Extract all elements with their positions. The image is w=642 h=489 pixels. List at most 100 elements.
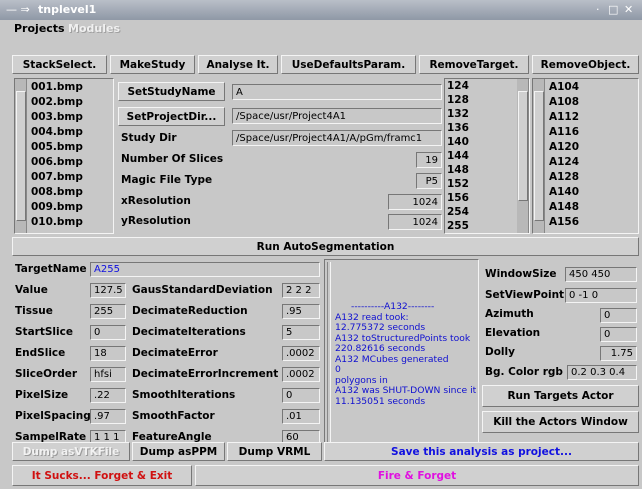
- target-number-list[interactable]: 124 128 132 136 140 144 148 152 156 254 …: [444, 78, 530, 234]
- yres-field[interactable]: 1024: [388, 214, 442, 230]
- file-list[interactable]: 001.bmp 002.bmp 003.bmp 004.bmp 005.bmp …: [14, 78, 114, 234]
- set-study-name-button[interactable]: SetStudyName: [118, 82, 225, 101]
- number-list-scroll-thumb[interactable]: [518, 91, 528, 201]
- use-defaults-button[interactable]: UseDefaultsParam.: [281, 55, 416, 74]
- make-study-button[interactable]: MakeStudy: [110, 55, 195, 74]
- dec-err-field[interactable]: .0002: [282, 346, 320, 361]
- list-item[interactable]: A128: [549, 171, 579, 183]
- list-item[interactable]: 148: [447, 164, 469, 176]
- window-size-field[interactable]: 450 450: [565, 267, 637, 282]
- bg-color-field[interactable]: 0.2 0.3 0.4: [567, 365, 637, 380]
- close-icon[interactable]: ✕: [624, 3, 633, 16]
- list-item[interactable]: A112: [549, 111, 579, 123]
- save-analysis-button[interactable]: Save this analysis as project...: [324, 442, 639, 461]
- log-line: 11.135051 seconds: [335, 395, 426, 407]
- end-slice-label: EndSlice: [15, 347, 66, 359]
- maximize-icon[interactable]: □: [608, 3, 618, 16]
- list-item[interactable]: A108: [549, 96, 579, 108]
- dec-iter-field[interactable]: 5: [282, 325, 320, 340]
- list-item[interactable]: 003.bmp: [31, 111, 83, 123]
- list-item[interactable]: A120: [549, 141, 579, 153]
- list-item[interactable]: A156: [549, 216, 579, 228]
- list-item[interactable]: 136: [447, 122, 469, 134]
- list-item[interactable]: 010.bmp: [31, 216, 83, 228]
- list-item[interactable]: 152: [447, 178, 469, 190]
- list-item[interactable]: 255: [447, 220, 469, 232]
- elevation-label: Elevation: [485, 327, 541, 339]
- log-line: ----------A132--------: [351, 301, 435, 312]
- dolly-field[interactable]: 1.75: [600, 346, 637, 361]
- list-item[interactable]: 144: [447, 150, 469, 162]
- file-list-scrollbar[interactable]: [15, 79, 27, 233]
- remove-target-button[interactable]: RemoveTarget.: [419, 55, 529, 74]
- dec-err-inc-field[interactable]: .0002: [282, 367, 320, 382]
- project-dir-field[interactable]: /Space/usr/Project4A1: [232, 108, 442, 124]
- study-name-field[interactable]: A: [232, 84, 442, 100]
- target-name-field[interactable]: A255: [90, 262, 320, 277]
- list-item[interactable]: 140: [447, 136, 469, 148]
- dump-vrml-button[interactable]: Dump VRML: [227, 442, 322, 461]
- view-point-field[interactable]: 0 -1 0: [565, 288, 637, 303]
- list-item[interactable]: A140: [549, 186, 579, 198]
- elevation-field[interactable]: 0: [600, 327, 637, 342]
- list-item[interactable]: 009.bmp: [31, 201, 83, 213]
- minimize-icon[interactable]: ·: [596, 3, 600, 16]
- exit-button[interactable]: It Sucks... Forget & Exit: [12, 465, 192, 486]
- object-list-scrollbar[interactable]: [533, 79, 545, 233]
- end-slice-field[interactable]: 18: [90, 346, 126, 361]
- list-item[interactable]: 007.bmp: [31, 171, 83, 183]
- run-targets-actor-button[interactable]: Run Targets Actor: [482, 385, 639, 407]
- file-list-scroll-thumb[interactable]: [16, 91, 26, 221]
- kill-actors-window-button[interactable]: Kill the Actors Window: [482, 411, 639, 433]
- tissue-field[interactable]: 255: [90, 304, 126, 319]
- number-list-scrollbar[interactable]: [517, 79, 529, 233]
- study-dir-field[interactable]: /Space/usr/Project4A1/A/pGm/framc1: [232, 130, 442, 146]
- list-item[interactable]: 004.bmp: [31, 126, 83, 138]
- list-item[interactable]: A148: [549, 201, 579, 213]
- list-item[interactable]: A124: [549, 156, 579, 168]
- azimuth-field[interactable]: 0: [600, 308, 637, 323]
- menu-modules[interactable]: Modules: [68, 22, 120, 35]
- slice-order-field[interactable]: hfsi: [90, 367, 126, 382]
- fire-and-forget-button[interactable]: Fire & Forget: [195, 465, 639, 486]
- list-item[interactable]: 008.bmp: [31, 186, 83, 198]
- list-item[interactable]: 005.bmp: [31, 141, 83, 153]
- list-item[interactable]: 132: [447, 108, 469, 120]
- gaus-field[interactable]: 2 2 2: [282, 283, 320, 298]
- stack-select-button[interactable]: StackSelect.: [12, 55, 107, 74]
- set-project-dir-button[interactable]: SetProjectDir...: [118, 107, 225, 126]
- start-slice-label: StartSlice: [15, 326, 73, 338]
- list-item[interactable]: 128: [447, 94, 469, 106]
- list-item[interactable]: 001.bmp: [31, 81, 83, 93]
- list-item[interactable]: A104: [549, 81, 579, 93]
- smooth-iter-field[interactable]: 0: [282, 388, 320, 403]
- remove-object-button[interactable]: RemoveObject.: [532, 55, 639, 74]
- list-item[interactable]: 006.bmp: [31, 156, 83, 168]
- azimuth-label: Azimuth: [485, 308, 534, 320]
- list-item[interactable]: 002.bmp: [31, 96, 83, 108]
- start-slice-field[interactable]: 0: [90, 325, 126, 340]
- magic-type-field[interactable]: P5: [416, 173, 442, 189]
- analyse-button[interactable]: Analyse It.: [198, 55, 278, 74]
- smooth-fac-field[interactable]: .01: [282, 409, 320, 424]
- list-item[interactable]: A116: [549, 126, 579, 138]
- list-item[interactable]: 254: [447, 206, 469, 218]
- pixel-size-field[interactable]: .22: [90, 388, 126, 403]
- object-list-scroll-thumb[interactable]: [534, 91, 544, 221]
- num-slices-field[interactable]: 19: [416, 152, 442, 168]
- list-item[interactable]: 156: [447, 192, 469, 204]
- list-item[interactable]: 124: [447, 80, 469, 92]
- value-field[interactable]: 127.5: [90, 283, 126, 298]
- dec-red-field[interactable]: .95: [282, 304, 320, 319]
- slice-order-label: SliceOrder: [15, 368, 78, 380]
- log-line: 12.775372 seconds: [335, 322, 426, 333]
- dump-vtk-button[interactable]: Dump asVTKFile: [12, 442, 130, 461]
- log-text: ----------A132-------- A132 read took: 1…: [335, 301, 476, 407]
- window-menu-icon[interactable]: — ⇒: [6, 3, 30, 16]
- pixel-spacing-field[interactable]: .97: [90, 409, 126, 424]
- run-autosegmentation-button[interactable]: Run AutoSegmentation: [12, 237, 639, 256]
- dump-ppm-button[interactable]: Dump asPPM: [132, 442, 225, 461]
- menu-projects[interactable]: Projects: [14, 22, 65, 35]
- xres-field[interactable]: 1024: [388, 194, 442, 210]
- object-list[interactable]: A104 A108 A112 A116 A120 A124 A128 A140 …: [532, 78, 639, 234]
